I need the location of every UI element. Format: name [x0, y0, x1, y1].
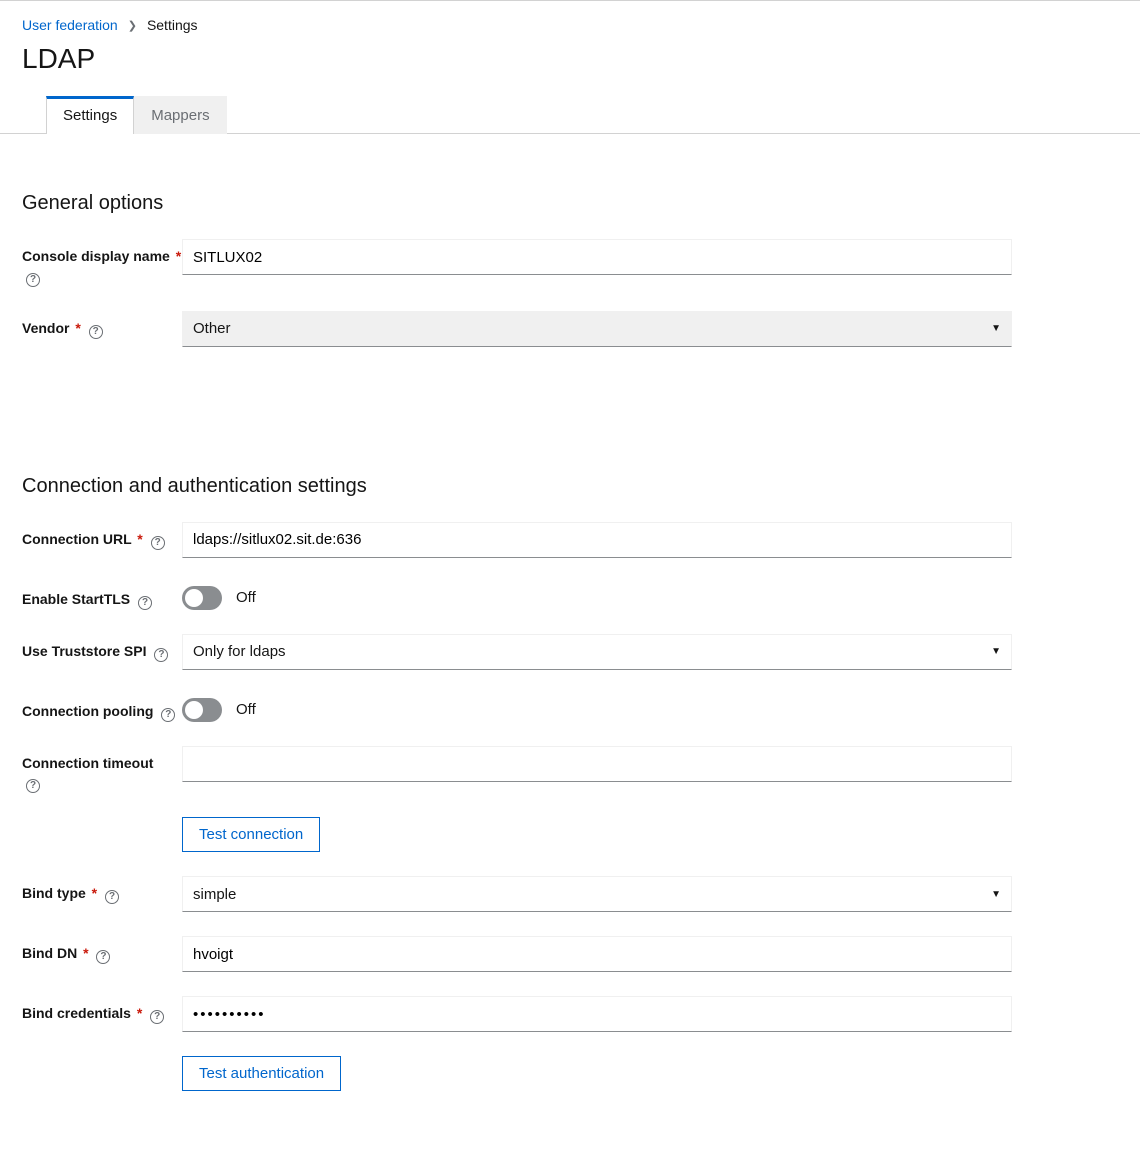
bind-type-label: Bind type * ? — [22, 876, 182, 904]
vendor-select[interactable]: Other ▼ — [182, 311, 1012, 347]
test-connection-button[interactable]: Test connection — [182, 817, 320, 852]
section-connection-title: Connection and authentication settings — [22, 475, 1118, 498]
required-indicator: * — [176, 248, 181, 264]
required-indicator: * — [75, 320, 80, 336]
required-indicator: * — [83, 945, 88, 961]
help-icon[interactable]: ? — [105, 890, 119, 904]
enable-starttls-switch[interactable] — [182, 586, 222, 610]
required-indicator: * — [137, 1005, 142, 1021]
bind-type-select-value: simple — [193, 886, 236, 903]
breadcrumb-current: Settings — [147, 17, 198, 33]
tab-settings[interactable]: Settings — [46, 96, 134, 134]
help-icon[interactable]: ? — [154, 648, 168, 662]
help-icon[interactable]: ? — [151, 536, 165, 550]
breadcrumb-parent-link[interactable]: User federation — [22, 17, 118, 33]
chevron-right-icon: ❯ — [128, 19, 137, 32]
vendor-select-value: Other — [193, 320, 231, 337]
help-icon[interactable]: ? — [26, 779, 40, 793]
connection-url-label: Connection URL * ? — [22, 522, 182, 550]
bind-dn-label: Bind DN * ? — [22, 936, 182, 964]
breadcrumb: User federation ❯ Settings — [0, 1, 1140, 33]
test-authentication-button[interactable]: Test authentication — [182, 1056, 341, 1091]
bind-dn-input[interactable] — [182, 936, 1012, 972]
connection-url-input[interactable] — [182, 522, 1012, 558]
caret-down-icon: ▼ — [991, 889, 1001, 900]
bind-credentials-label: Bind credentials * ? — [22, 996, 182, 1024]
tab-mappers[interactable]: Mappers — [134, 96, 226, 134]
connection-pooling-label: Connection pooling ? — [22, 694, 182, 722]
page-title: LDAP — [0, 33, 1140, 95]
help-icon[interactable]: ? — [161, 708, 175, 722]
console-display-name-input[interactable] — [182, 239, 1012, 275]
enable-starttls-state: Off — [236, 589, 256, 606]
section-general-title: General options — [22, 192, 1118, 215]
caret-down-icon: ▼ — [991, 646, 1001, 657]
enable-starttls-label: Enable StartTLS ? — [22, 582, 182, 610]
help-icon[interactable]: ? — [89, 325, 103, 339]
vendor-label: Vendor * ? — [22, 311, 182, 339]
tabs: Settings Mappers — [46, 95, 1140, 133]
help-icon[interactable]: ? — [150, 1010, 164, 1024]
help-icon[interactable]: ? — [26, 273, 40, 287]
bind-credentials-input[interactable] — [182, 996, 1012, 1032]
help-icon[interactable]: ? — [138, 596, 152, 610]
bind-type-select[interactable]: simple ▼ — [182, 876, 1012, 912]
connection-timeout-label: Connection timeout ? — [22, 746, 182, 794]
console-display-name-label: Console display name * ? — [22, 239, 182, 287]
required-indicator: * — [137, 531, 142, 547]
connection-pooling-state: Off — [236, 701, 256, 718]
caret-down-icon: ▼ — [991, 323, 1001, 334]
required-indicator: * — [92, 885, 97, 901]
truststore-label: Use Truststore SPI ? — [22, 634, 182, 662]
truststore-select[interactable]: Only for ldaps ▼ — [182, 634, 1012, 670]
truststore-select-value: Only for ldaps — [193, 643, 286, 660]
connection-pooling-switch[interactable] — [182, 698, 222, 722]
connection-timeout-input[interactable] — [182, 746, 1012, 782]
help-icon[interactable]: ? — [96, 950, 110, 964]
